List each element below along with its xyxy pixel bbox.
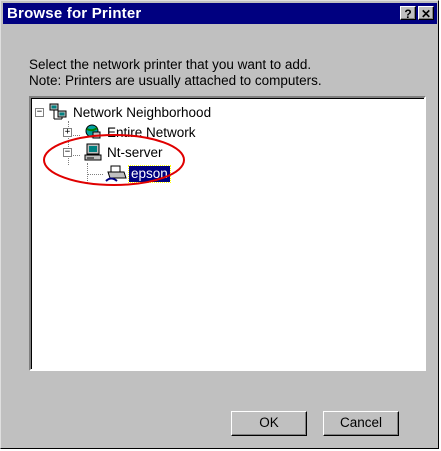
tree-node-epson[interactable]: epson: [105, 164, 225, 184]
tree-node-label: Nt-server: [107, 145, 163, 160]
instruction-line-2: Note: Printers are usually attached to c…: [29, 73, 322, 88]
instructions-text: Select the network printer that you want…: [29, 57, 429, 89]
browse-for-printer-dialog: Browse for Printer ? ✕ Select the networ…: [0, 0, 439, 449]
collapse-toggle-network-neighborhood[interactable]: −: [35, 108, 44, 117]
tree-node-network-neighborhood[interactable]: − Network Neighborhood: [35, 103, 255, 123]
globe-network-icon: [85, 124, 101, 139]
cancel-button[interactable]: Cancel: [323, 411, 399, 436]
window-title: Browse for Printer: [7, 5, 142, 22]
tree-node-label: Network Neighborhood: [73, 105, 212, 120]
close-button[interactable]: ✕: [418, 6, 434, 21]
tree-node-label-selected: epson: [128, 165, 171, 183]
computer-icon: [84, 143, 102, 161]
expand-toggle-entire-network[interactable]: +: [63, 128, 72, 137]
ok-button[interactable]: OK: [231, 411, 307, 436]
network-tree-view[interactable]: − Network Neighborhood + Entire Network …: [29, 96, 426, 371]
instruction-line-1: Select the network printer that you want…: [29, 57, 312, 72]
collapse-toggle-nt-server[interactable]: −: [63, 148, 72, 157]
network-neighborhood-icon: [49, 103, 67, 120]
tree-node-label: Entire Network: [107, 125, 196, 140]
shared-printer-icon: [105, 165, 127, 182]
tree-node-nt-server[interactable]: − Nt-server: [63, 143, 263, 163]
title-bar: Browse for Printer ? ✕: [3, 3, 437, 24]
help-button[interactable]: ?: [400, 6, 416, 21]
tree-node-entire-network[interactable]: + Entire Network: [63, 123, 263, 143]
